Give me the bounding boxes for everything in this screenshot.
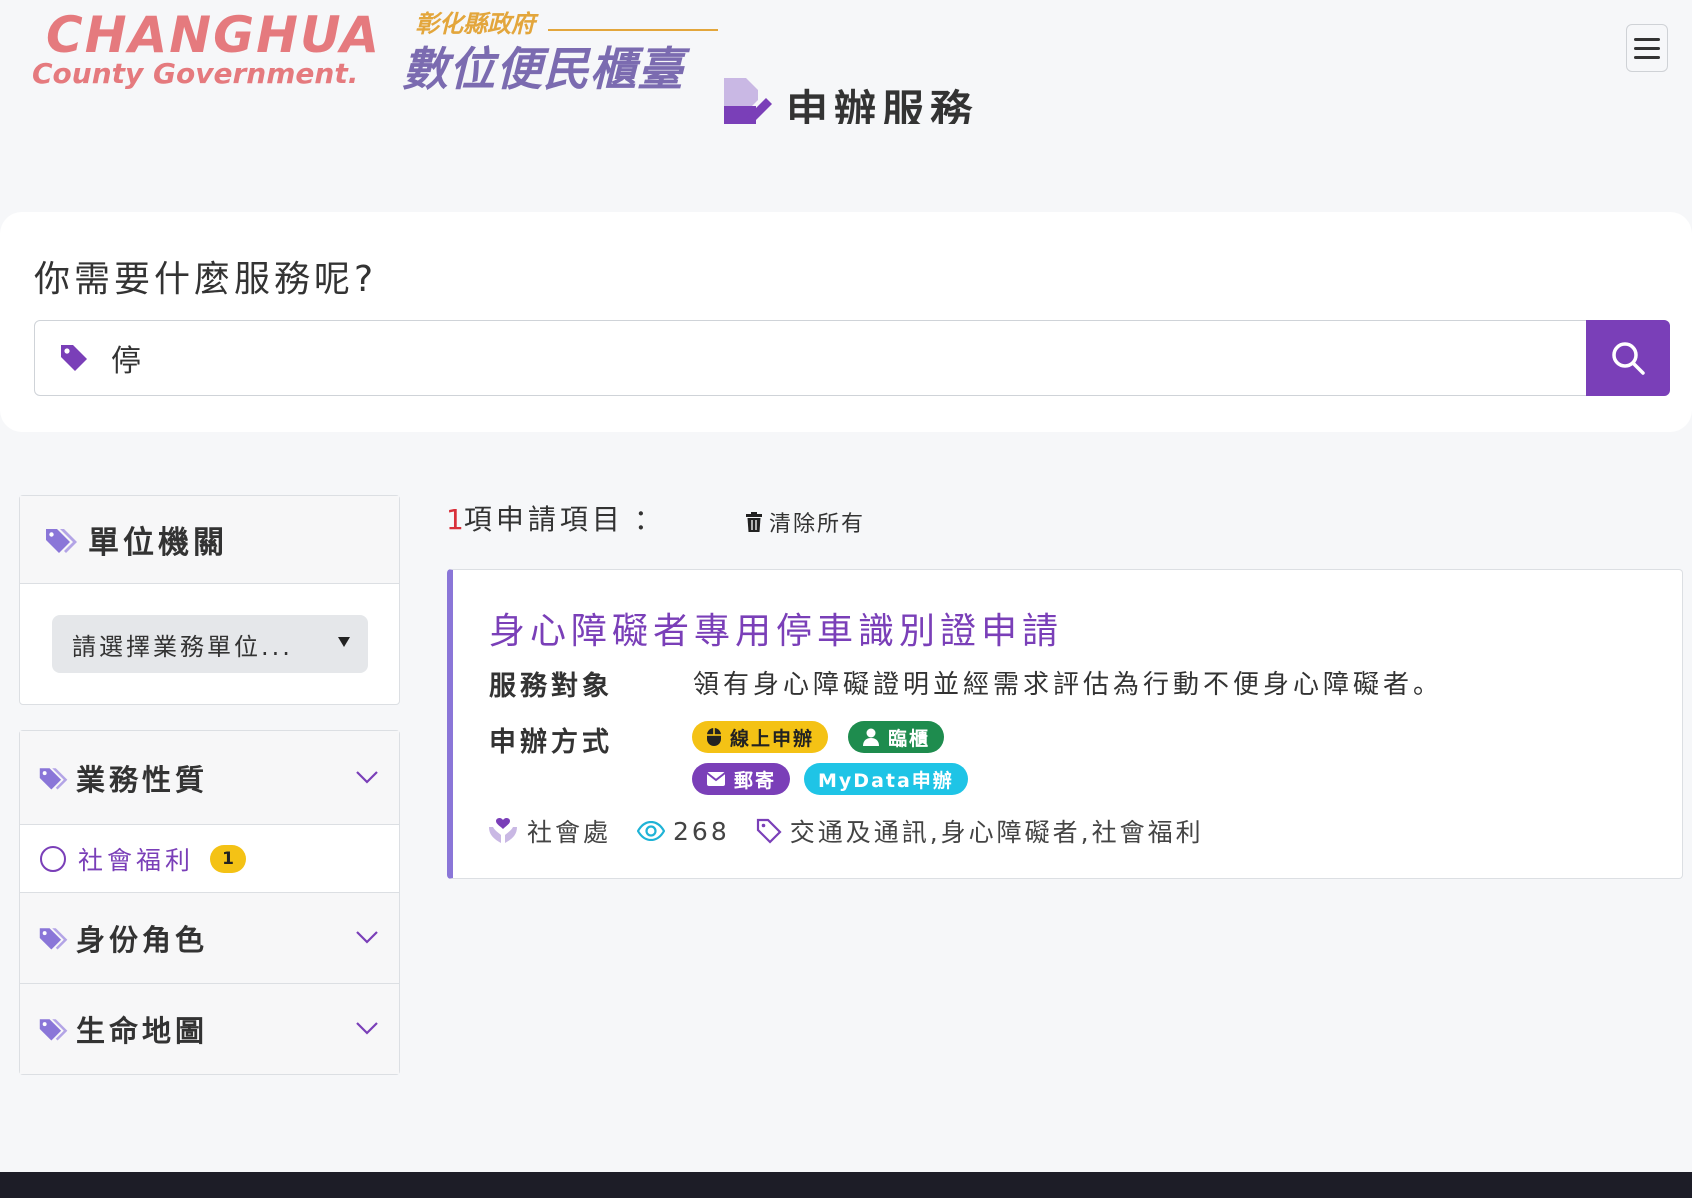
tag-list-text: 交通及通訊,身心障礙者,社會福利 <box>789 818 1204 847</box>
unit-filter-title: 單位機關 <box>88 525 228 561</box>
method-badge-label: 臨櫃 <box>888 727 931 750</box>
result-count-number: 1 <box>446 503 464 536</box>
department-name: 社會處 <box>527 818 612 847</box>
eye-icon <box>637 821 666 841</box>
method-badge-label: 線上申辦 <box>730 727 815 750</box>
tag-list: 交通及通訊,身心障礙者,社會福利 <box>756 813 1204 849</box>
page-title-text: 申辦服務 <box>786 85 979 125</box>
tag-icon <box>61 345 87 371</box>
section-title: 生命地圖 <box>76 1014 209 1048</box>
method-label: 申辦方式 <box>489 727 613 758</box>
method-badge-mail: 郵寄 <box>692 763 791 795</box>
logo-chinese-subtitle: 數位便民櫃臺 <box>402 42 684 96</box>
document-edit-icon <box>724 78 772 124</box>
unit-filter-header: 單位機關 <box>20 496 399 584</box>
target-label: 服務對象 <box>489 671 613 702</box>
result-count-colon: ： <box>633 503 666 536</box>
view-count: 268 <box>637 817 730 846</box>
logo-english-title: CHANGHUA <box>46 6 382 64</box>
hands-heart-icon <box>489 818 517 843</box>
logo-chinese-title: 彰化縣政府 <box>415 10 535 38</box>
section-identity-role[interactable]: 身份角色 <box>20 893 399 984</box>
chevron-down-icon <box>356 931 378 944</box>
hamburger-icon-bar <box>1634 55 1660 59</box>
method-badge-mydata: MyData申辦 <box>804 763 968 795</box>
result-title-link[interactable]: 身心障礙者專用停車識別證申請 <box>489 602 1063 654</box>
view-count-value: 268 <box>673 816 730 846</box>
count-badge: 1 <box>210 844 247 873</box>
search-input[interactable] <box>111 328 1511 388</box>
section-business-nature[interactable]: 業務性質 <box>20 731 399 825</box>
chevron-down-icon <box>356 770 378 784</box>
tags-icon <box>46 528 77 553</box>
mouse-icon <box>707 728 721 746</box>
search-box <box>34 320 1670 396</box>
tags-icon <box>39 1019 68 1041</box>
method-badge-label: MyData申辦 <box>818 769 954 792</box>
page-title: 申辦服務 <box>722 76 978 124</box>
target-value: 領有身心障礙證明並經需求評估為行動不便身心障礙者。 <box>693 670 1444 700</box>
method-badge-online: 線上申辦 <box>692 721 829 753</box>
trash-icon <box>746 512 762 532</box>
section-title: 業務性質 <box>76 762 209 797</box>
tags-icon <box>39 928 68 950</box>
section-title: 身份角色 <box>76 923 209 957</box>
search-icon <box>1612 342 1645 375</box>
search-heading: 你需要什麼服務呢? <box>34 259 378 300</box>
logo-divider <box>548 29 718 31</box>
unit-select-value: 請選擇業務單位... <box>72 632 293 661</box>
result-count-label: 項申請項目 <box>463 503 624 536</box>
filter-option-social-welfare[interactable]: 社會福利 1 <box>20 825 399 893</box>
logo-english-subtitle: County Government. <box>32 57 359 90</box>
site-logo[interactable]: CHANGHUA County Government. 彰化縣政府 數位便民櫃臺 <box>30 6 718 96</box>
menu-toggle-button[interactable] <box>1626 24 1668 72</box>
hamburger-icon-bar <box>1634 46 1660 50</box>
search-button[interactable] <box>1586 320 1670 396</box>
footer-bar <box>0 1172 1692 1198</box>
search-panel: 你需要什麼服務呢? <box>0 212 1692 432</box>
chevron-down-icon <box>356 1022 378 1035</box>
hamburger-icon <box>1634 37 1660 41</box>
user-icon <box>863 728 879 746</box>
tags-icon <box>39 767 68 790</box>
section-life-map[interactable]: 生命地圖 <box>20 984 399 1074</box>
unit-select[interactable]: 請選擇業務單位... <box>52 615 368 673</box>
clear-all-button[interactable]: 清除所有 <box>745 506 865 538</box>
result-meta: 社會處 268 交通及通訊,身心障礙者,社會福利 <box>487 813 1230 849</box>
method-badge-counter: 臨櫃 <box>848 721 945 753</box>
radio-button[interactable] <box>40 845 66 872</box>
category-filter-card: 業務性質 社會福利 1 身份角色 生命地圖 <box>19 730 400 1075</box>
result-card[interactable]: 身心障礙者專用停車識別證申請 服務對象 領有身心障礙證明並經需求評估為行動不便身… <box>447 569 1683 879</box>
tag-outline-icon <box>756 818 782 844</box>
envelope-icon <box>706 772 726 786</box>
method-badge-label: 郵寄 <box>734 769 777 792</box>
filter-option-label: 社會福利 <box>78 845 195 875</box>
result-count: 1項申請項目 ： <box>446 498 666 538</box>
caret-down-icon <box>338 637 350 647</box>
clear-all-label: 清除所有 <box>769 512 866 537</box>
department-info: 社會處 <box>487 813 611 849</box>
unit-filter-card: 單位機關 請選擇業務單位... <box>19 495 400 705</box>
